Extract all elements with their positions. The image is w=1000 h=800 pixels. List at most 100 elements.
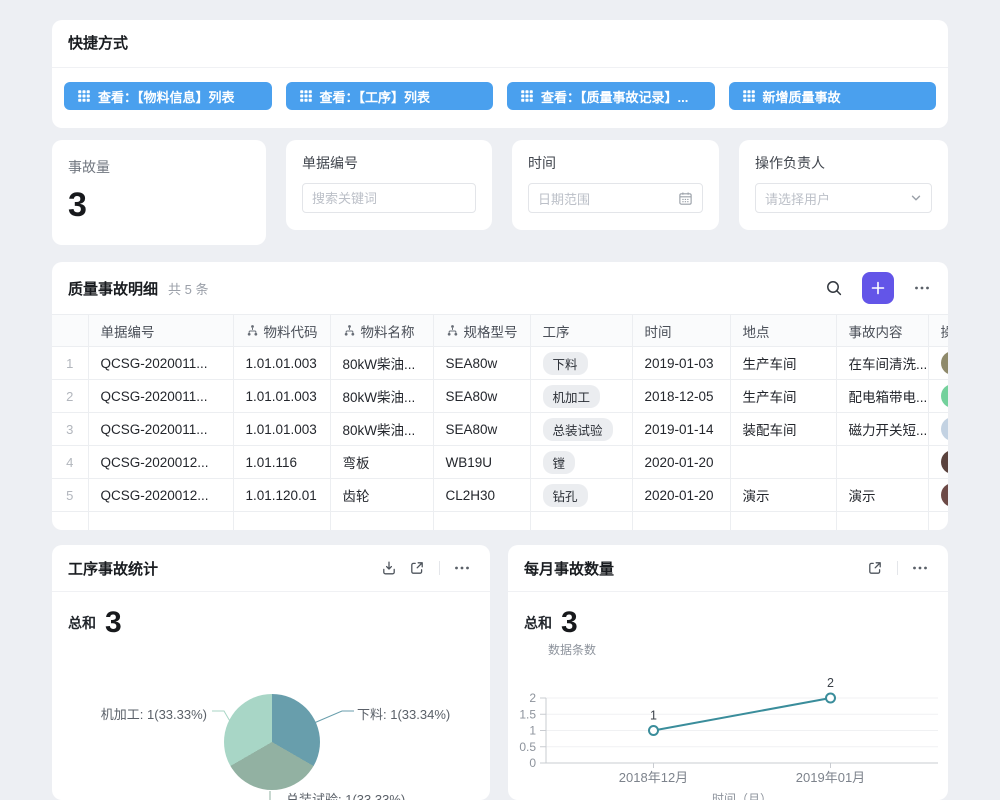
search-button[interactable] (820, 274, 848, 302)
cell-process: 总装试验 (530, 413, 632, 446)
table-row[interactable]: 3 QCSG-2020011... 1.01.01.003 80kW柴油... … (52, 413, 948, 446)
svg-text:2018年12月: 2018年12月 (619, 770, 688, 785)
svg-text:2: 2 (529, 691, 536, 705)
cell-material-name: 80kW柴油... (330, 380, 433, 413)
view-incident-records-button[interactable]: 查看：【质量事故记录】... (507, 82, 715, 110)
cell-spec: SEA80w (433, 347, 530, 380)
pie-card-header: 工序事故统计 (52, 545, 490, 592)
cell-place: 生产车间 (730, 347, 836, 380)
operator-label: 操作负责人 (755, 153, 932, 173)
total-value: 3 (561, 606, 578, 640)
cell-operator (928, 347, 948, 380)
stat-label: 事故量 (68, 157, 250, 177)
avatar (941, 384, 949, 408)
line-chart-title: 每月事故数量 (524, 558, 861, 579)
table-row[interactable]: 5 QCSG-2020012... 1.01.120.01 齿轮 CL2H30 … (52, 479, 948, 512)
svg-text:1.5: 1.5 (519, 707, 536, 721)
more-menu-button[interactable] (906, 554, 934, 582)
pie-chart (224, 694, 320, 790)
svg-text:2: 2 (827, 676, 834, 690)
cell-process: 镗 (530, 446, 632, 479)
relation-icon (246, 324, 259, 337)
cell-material-code: 1.01.116 (233, 446, 330, 479)
date-range-placeholder: 日期范围 (538, 189, 590, 208)
more-menu-button[interactable] (448, 554, 476, 582)
stat-value: 3 (68, 186, 250, 225)
cell-material-code: 1.01.01.003 (233, 380, 330, 413)
shortcuts-button-row: 查看：【物料信息】列表 查看：【工序】列表 查看：【质量事故记录】... 新增质… (52, 68, 948, 110)
process-tag: 下料 (543, 352, 588, 375)
view-process-list-button[interactable]: 查看：【工序】列表 (286, 82, 494, 110)
cell-doc-no: QCSG-2020011... (88, 380, 233, 413)
cell-material-code: 1.01.120.01 (233, 479, 330, 512)
date-range-input[interactable]: 日期范围 (528, 183, 703, 213)
cell-material-code: 1.01.01.003 (233, 413, 330, 446)
pie-label-machining: 机加工: 1(33.33%) (101, 704, 207, 723)
external-link-icon (867, 560, 883, 576)
svg-text:2019年01月: 2019年01月 (796, 770, 865, 785)
cell-time: 2018-12-05 (632, 380, 730, 413)
total-label: 总和 (68, 613, 96, 633)
column-header-content[interactable]: 事故内容 (836, 315, 928, 347)
view-material-list-button[interactable]: 查看：【物料信息】列表 (64, 82, 272, 110)
svg-text:时间（月）: 时间（月） (712, 792, 772, 800)
ellipsis-icon (911, 559, 929, 577)
more-menu-button[interactable] (908, 274, 936, 302)
row-number: 1 (52, 347, 88, 380)
incident-detail-card: 质量事故明细 共 5 条 单据编号 物料代码 物料名称 规格型号 (52, 262, 948, 530)
table-row[interactable]: 4 QCSG-2020012... 1.01.116 弯板 WB19U 镗 20… (52, 446, 948, 479)
process-tag: 机加工 (543, 385, 601, 408)
column-header-spec[interactable]: 规格型号 (433, 315, 530, 347)
external-link-icon (409, 560, 425, 576)
relation-icon (343, 324, 356, 337)
table-toolbar (820, 272, 936, 304)
cell-material-name: 齿轮 (330, 479, 433, 512)
apps-grid-icon (78, 90, 90, 102)
table-row[interactable]: 1 QCSG-2020011... 1.01.01.003 80kW柴油... … (52, 347, 948, 380)
column-header-material-code[interactable]: 物料代码 (233, 315, 330, 347)
calendar-icon (678, 191, 693, 206)
cell-doc-no: QCSG-2020012... (88, 479, 233, 512)
cell-operator (928, 479, 948, 512)
process-tag: 镗 (543, 451, 576, 474)
download-button[interactable] (375, 554, 403, 582)
relation-icon (446, 324, 459, 337)
column-header-process[interactable]: 工序 (530, 315, 632, 347)
monthly-incidents-card: 每月事故数量 总和 3 数据条数 00.511.522018年12月2019年0… (508, 545, 948, 800)
cell-time: 2020-01-20 (632, 446, 730, 479)
cell-place: 演示 (730, 479, 836, 512)
user-select-placeholder: 请选择用户 (765, 189, 830, 208)
cell-place: 生产车间 (730, 380, 836, 413)
shortcuts-card: 快捷方式 查看：【物料信息】列表 查看：【工序】列表 查看：【质量事故记录】..… (52, 20, 948, 128)
apps-grid-icon (521, 90, 533, 102)
add-incident-button[interactable]: 新增质量事故 (729, 82, 937, 110)
column-header-time[interactable]: 时间 (632, 315, 730, 347)
column-header-operator[interactable]: 操作负责人 (928, 315, 948, 347)
add-record-button[interactable] (862, 272, 894, 304)
process-stats-card: 工序事故统计 总和 3 机加工: 1(33.33%) 下料: 1(33.34%)… (52, 545, 490, 800)
cell-material-name: 80kW柴油... (330, 347, 433, 380)
divider (439, 561, 440, 575)
column-header-doc-no[interactable]: 单据编号 (88, 315, 233, 347)
button-label: 查看：【质量事故记录】... (541, 87, 688, 106)
divider (897, 561, 898, 575)
cell-doc-no: QCSG-2020011... (88, 413, 233, 446)
pie-label-blanking: 下料: 1(33.34%) (357, 704, 450, 723)
doc-no-search-input[interactable] (302, 183, 476, 213)
svg-text:1: 1 (650, 709, 657, 723)
cell-process: 钻孔 (530, 479, 632, 512)
cell-time: 2019-01-03 (632, 347, 730, 380)
avatar (941, 351, 949, 375)
pie-chart-title: 工序事故统计 (68, 558, 375, 579)
incident-table: 单据编号 物料代码 物料名称 规格型号 工序 时间 地点 事故内容 操作负责人 … (52, 314, 948, 530)
open-external-button[interactable] (861, 554, 889, 582)
user-select[interactable]: 请选择用户 (755, 183, 932, 213)
table-header-row: 单据编号 物料代码 物料名称 规格型号 工序 时间 地点 事故内容 操作负责人 (52, 315, 948, 347)
incident-count-card: 事故量 3 (52, 140, 266, 245)
open-external-button[interactable] (403, 554, 431, 582)
table-row[interactable]: 2 QCSG-2020011... 1.01.01.003 80kW柴油... … (52, 380, 948, 413)
column-header-place[interactable]: 地点 (730, 315, 836, 347)
cell-content (836, 446, 928, 479)
column-header-material-name[interactable]: 物料名称 (330, 315, 433, 347)
cell-operator (928, 413, 948, 446)
